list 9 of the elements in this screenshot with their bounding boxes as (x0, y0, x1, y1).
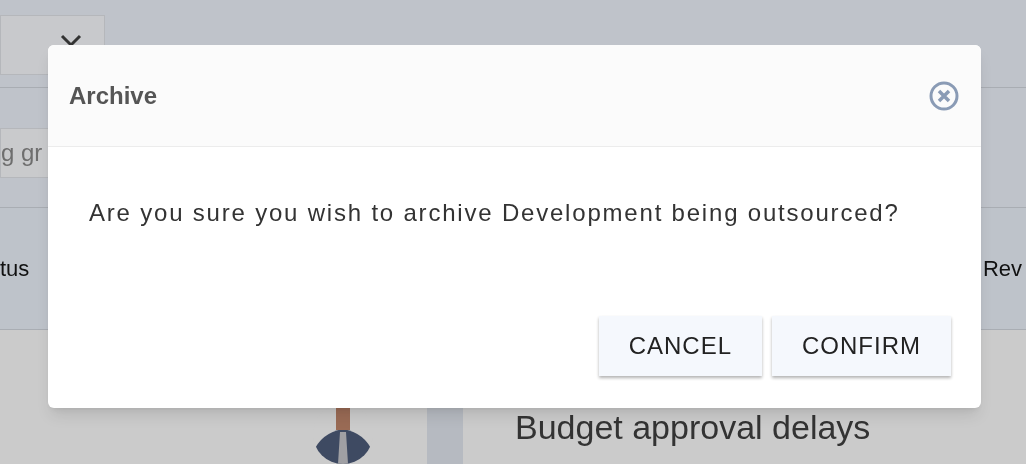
dialog-button[interactable]: CANCEL (598, 316, 762, 376)
column-header: Rev (982, 255, 1022, 283)
dialog-button[interactable]: CONFIRM (772, 316, 951, 376)
card-title: Budget approval delays (515, 408, 871, 446)
dialog-title: Archive (69, 80, 158, 111)
close-icon[interactable] (929, 80, 959, 111)
dialog-message: Are you sure you wish to archive Development being outsourced? (89, 199, 900, 226)
chevron-down-icon (60, 34, 82, 48)
column-header: tus (0, 255, 30, 283)
